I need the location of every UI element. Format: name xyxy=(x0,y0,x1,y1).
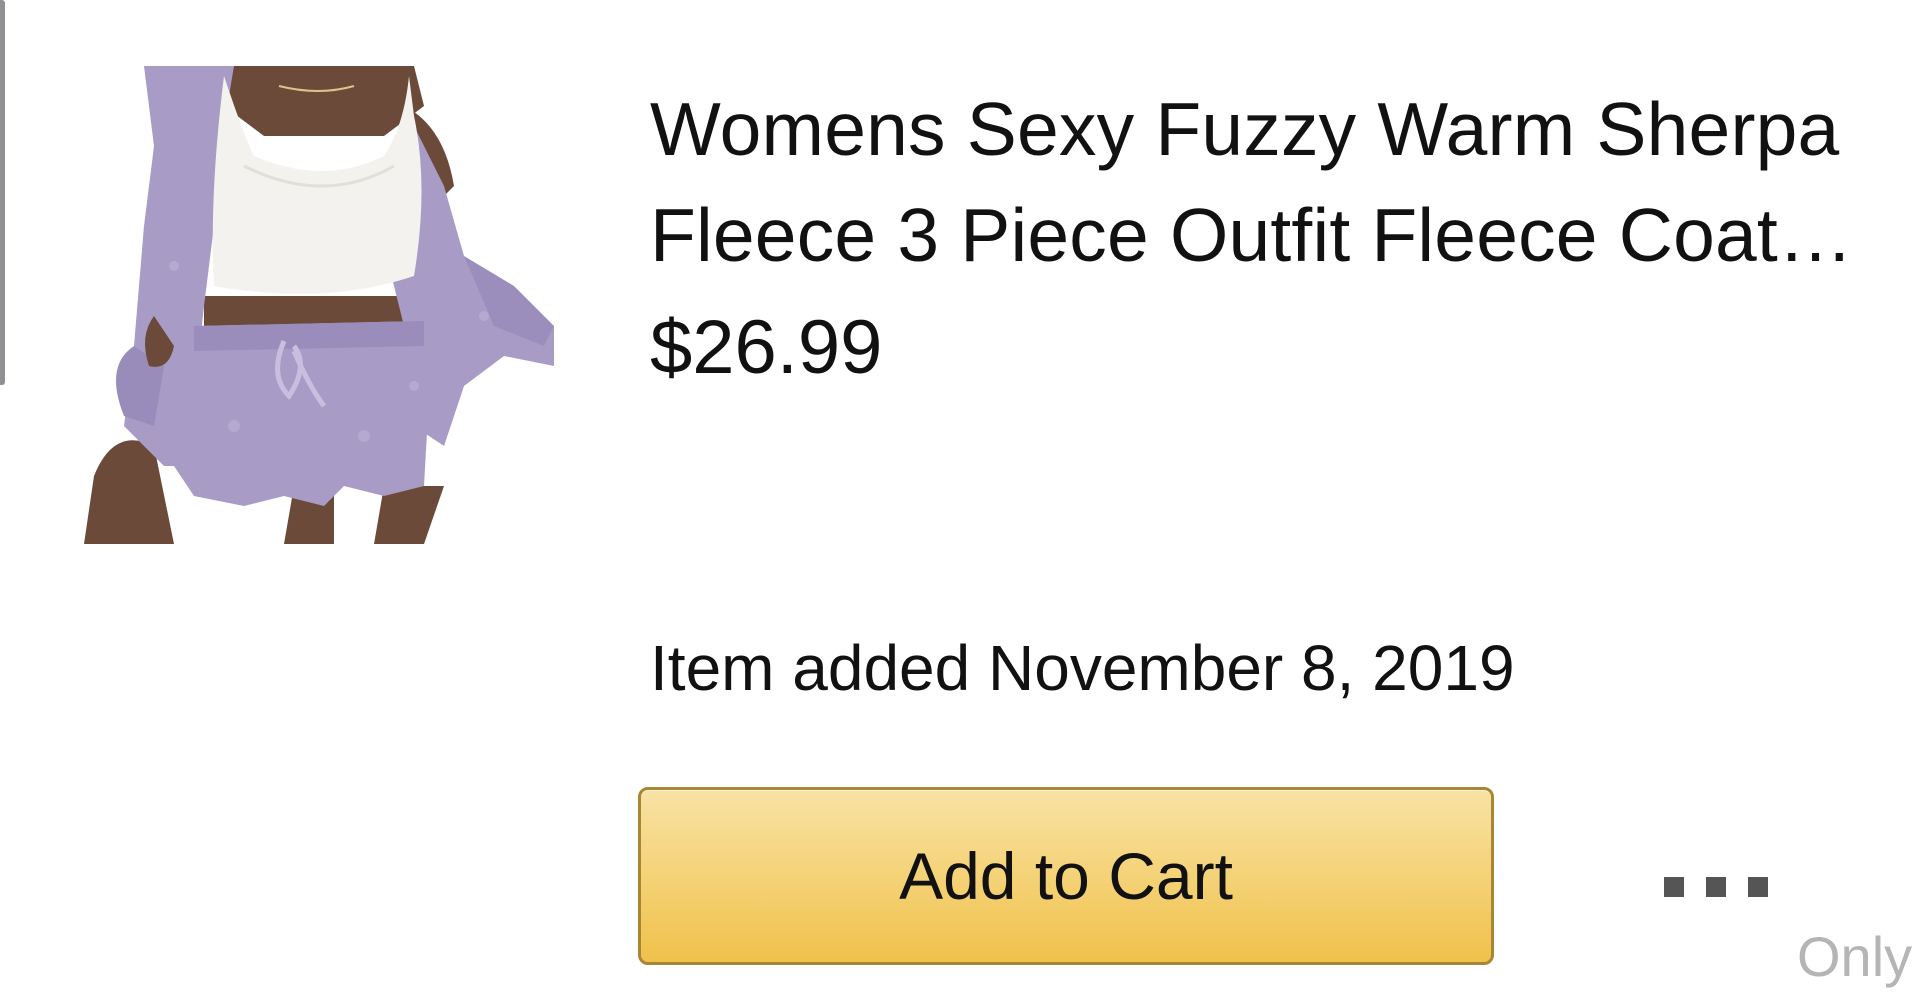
item-added-date: Item added November 8, 2019 xyxy=(650,632,1515,704)
more-dot xyxy=(1664,877,1684,897)
product-title[interactable]: Womens Sexy Fuzzy Warm Sherpa Fleece 3 P… xyxy=(650,76,1875,288)
more-options-icon[interactable] xyxy=(1664,862,1768,912)
add-to-cart-button[interactable]: Add to Cart xyxy=(638,787,1494,965)
more-dot xyxy=(1706,877,1726,897)
add-to-cart-label: Add to Cart xyxy=(899,839,1233,913)
previous-card-edge xyxy=(0,0,5,385)
stock-note: Only xyxy=(1797,925,1913,988)
more-dot xyxy=(1748,877,1768,897)
product-image-graphic xyxy=(84,66,562,544)
product-image[interactable] xyxy=(84,66,562,544)
wishlist-item-card: Womens Sexy Fuzzy Warm Sherpa Fleece 3 P… xyxy=(0,0,1920,1001)
product-price: $26.99 xyxy=(650,305,883,390)
